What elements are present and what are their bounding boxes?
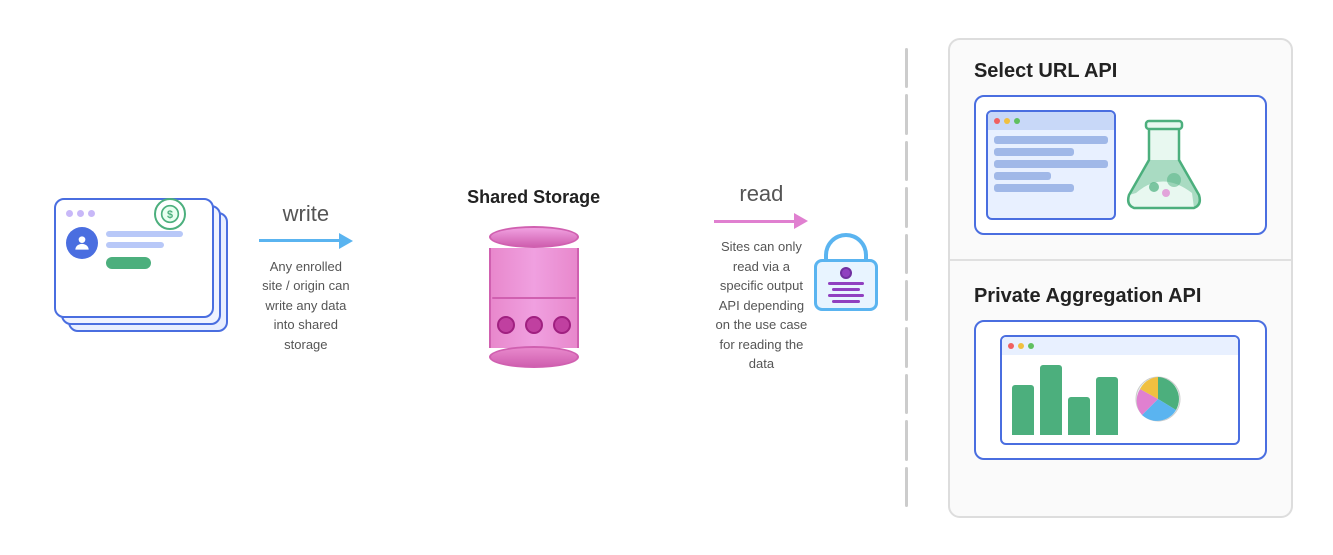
- browser-topbar: [988, 112, 1114, 130]
- db-body: [489, 248, 579, 348]
- write-label: write: [283, 201, 329, 227]
- site-card-front: [54, 198, 214, 318]
- right-panel: Select URL API: [948, 38, 1293, 518]
- left-section: $: [40, 198, 259, 358]
- db-bottom: [489, 346, 579, 368]
- avatar-icon: [72, 233, 92, 253]
- card-button: [106, 257, 151, 269]
- bar-2: [1040, 365, 1062, 435]
- db-circle-1: [497, 316, 515, 334]
- read-description: Sites can only read via a specific outpu…: [714, 237, 808, 374]
- db-circle-2: [525, 316, 543, 334]
- browser-mockup: [986, 110, 1116, 220]
- browser-line-4: [994, 172, 1051, 180]
- dashed-divider: [901, 48, 912, 508]
- dollar-badge: $: [154, 198, 186, 230]
- card-lines: [106, 227, 202, 269]
- card-dot-2: [77, 210, 84, 217]
- select-url-api-item: Select URL API: [974, 60, 1267, 235]
- lock-line-2: [832, 288, 860, 291]
- lock-icon: [808, 233, 884, 323]
- lock-shackle: [824, 233, 868, 261]
- bar-4: [1096, 377, 1118, 435]
- private-agg-api-item: Private Aggregation API: [974, 285, 1267, 460]
- card-dot-1: [66, 210, 73, 217]
- select-url-content: [976, 97, 1265, 233]
- chart-dot-green: [1028, 343, 1034, 349]
- api-divider: [950, 259, 1291, 261]
- read-arrow-head: [794, 213, 808, 229]
- avatar-circle: [66, 227, 98, 259]
- browser-line-1: [994, 136, 1108, 144]
- pie-chart: [1132, 373, 1184, 425]
- select-url-api-illustration: [974, 95, 1267, 235]
- chart-body: [1002, 355, 1238, 443]
- write-arrow: [259, 233, 353, 249]
- card-dot-3: [88, 210, 95, 217]
- dollar-icon: $: [160, 204, 180, 224]
- write-arrow-head: [339, 233, 353, 249]
- db-top: [489, 226, 579, 248]
- card-line-2: [106, 242, 164, 248]
- read-arrow: [714, 213, 808, 229]
- private-agg-api-illustration: [974, 320, 1267, 460]
- lock-lines: [828, 282, 864, 303]
- lock-line-4: [832, 300, 860, 303]
- chart-dot-yellow: [1018, 343, 1024, 349]
- lock-line-3: [828, 294, 864, 297]
- read-section: read Sites can only read via a specific …: [714, 181, 808, 374]
- db-circles-row: [497, 316, 571, 334]
- lock-keyhole: [840, 267, 852, 279]
- browser-line-5: [994, 184, 1074, 192]
- bar-1: [1012, 385, 1034, 435]
- site-cards: $: [54, 198, 244, 348]
- read-arrow-line: [714, 220, 794, 223]
- write-arrow-line: [259, 239, 339, 242]
- browser-dot-red: [994, 118, 1000, 124]
- db-cylinder: [489, 226, 579, 368]
- write-description: Any enrolled site / origin can write any…: [259, 257, 353, 355]
- card-body: [66, 227, 202, 269]
- browser-line-3: [994, 160, 1108, 168]
- lock-body: [814, 259, 878, 311]
- card-line-1: [106, 231, 183, 237]
- shared-storage-label: Shared Storage: [467, 187, 600, 208]
- browser-dot-green: [1014, 118, 1020, 124]
- private-agg-api-title: Private Aggregation API: [974, 285, 1267, 308]
- chart-browser: [1000, 335, 1240, 445]
- bar-3: [1068, 397, 1090, 435]
- main-diagram: $ write Any enrolled site / origin can w…: [0, 0, 1333, 555]
- db-stripe-1: [492, 297, 576, 300]
- browser-body: [988, 130, 1114, 218]
- chart-topbar: [1002, 337, 1238, 355]
- write-arrow-section: write Any enrolled site / origin can wri…: [259, 201, 353, 355]
- svg-text:$: $: [167, 209, 173, 221]
- chart-dot-red: [1008, 343, 1014, 349]
- shared-storage-section: Shared Storage: [353, 187, 715, 368]
- select-url-api-title: Select URL API: [974, 60, 1267, 83]
- flask-icon: [1124, 115, 1204, 215]
- db-circle-3: [553, 316, 571, 334]
- browser-dot-yellow: [1004, 118, 1010, 124]
- read-label: read: [739, 181, 783, 207]
- browser-line-2: [994, 148, 1074, 156]
- priv-agg-content: [976, 322, 1265, 458]
- lock-line-1: [828, 282, 864, 285]
